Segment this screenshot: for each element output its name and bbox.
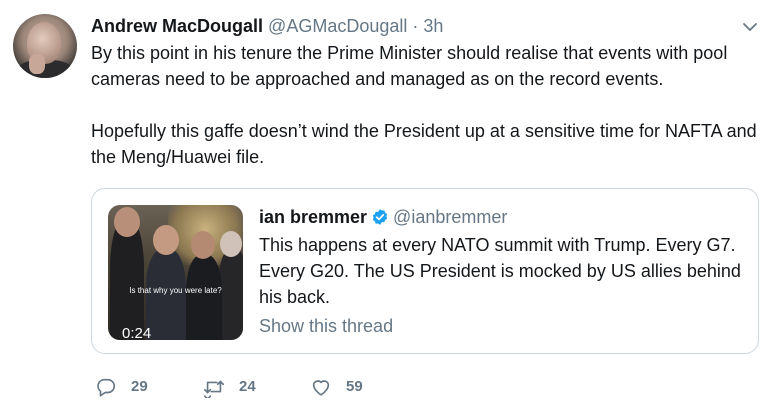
quoted-tweet-card[interactable]: Is that why you were late? 0:24 ian brem…	[91, 188, 759, 354]
quoted-author-name[interactable]: ian bremmer	[259, 207, 367, 227]
tweet-text: By this point in his tenure the Prime Mi…	[91, 40, 761, 170]
tweet-timestamp[interactable]: 3h	[423, 16, 443, 36]
author-avatar[interactable]	[13, 14, 77, 78]
reply-count: 29	[131, 378, 148, 395]
retweet-count: 24	[239, 378, 256, 395]
video-caption: Is that why you were late?	[129, 286, 222, 295]
tweet-header: Andrew MacDougall @AGMacDougall · 3h	[91, 14, 443, 38]
video-thumbnail[interactable]: Is that why you were late? 0:24	[108, 205, 243, 340]
like-icon	[312, 380, 330, 396]
author-name[interactable]: Andrew MacDougall	[91, 16, 263, 36]
tweet-paragraph: By this point in his tenure the Prime Mi…	[91, 43, 728, 89]
like-count: 59	[346, 378, 363, 395]
reply-icon	[97, 378, 116, 397]
retweet-icon	[204, 380, 224, 398]
header-separator: ·	[412, 16, 419, 36]
author-handle[interactable]: @AGMacDougall	[268, 16, 407, 36]
video-duration: 0:24	[122, 325, 152, 340]
show-thread-link[interactable]: Show this thread	[259, 314, 393, 338]
quoted-header: ian bremmer @ianbremmer	[259, 205, 507, 229]
verified-icon	[372, 209, 388, 225]
chevron-down-icon[interactable]	[741, 18, 759, 36]
quoted-author-handle[interactable]: @ianbremmer	[393, 207, 507, 227]
avatar-hand	[29, 54, 45, 74]
quoted-tweet-text: This happens at every NATO summit with T…	[259, 235, 741, 307]
tweet-paragraph: Hopefully this gaffe doesn’t wind the Pr…	[91, 121, 757, 167]
